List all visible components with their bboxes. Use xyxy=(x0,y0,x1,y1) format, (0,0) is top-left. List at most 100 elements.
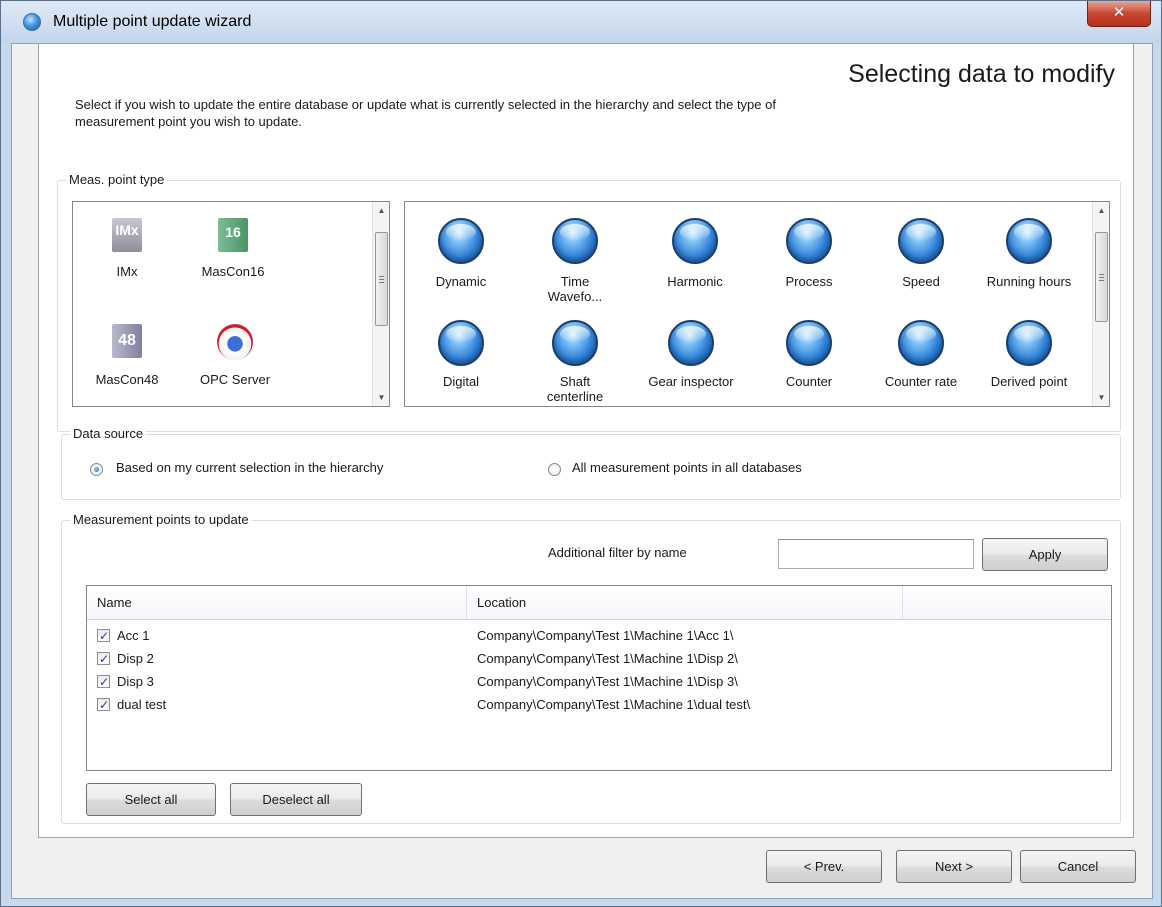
measurement-points-group: Measurement points to update Additional … xyxy=(61,512,1121,824)
radio-current-selection-label[interactable]: Based on my current selection in the hie… xyxy=(116,460,383,475)
point-type-gear-inspector[interactable]: Gear inspector xyxy=(631,316,751,406)
next-button[interactable]: Next > xyxy=(896,850,1012,883)
imx-icon: IMx xyxy=(112,218,142,252)
scroll-down-icon[interactable]: ▼ xyxy=(373,389,389,406)
app-icon xyxy=(23,13,41,31)
device-list-scrollbar[interactable]: ▲ ▼ xyxy=(372,202,389,406)
device-item-imx[interactable]: IMx IMx xyxy=(91,218,163,288)
device-label: MasCon48 xyxy=(95,372,159,387)
point-orb-icon xyxy=(898,218,944,264)
point-type-label: Dynamic xyxy=(435,274,487,289)
point-type-label: Time Wavefo... xyxy=(547,274,603,304)
point-orb-icon xyxy=(552,218,598,264)
point-type-list[interactable]: Dynamic Time Wavefo... Harmonic Process xyxy=(404,201,1110,407)
opc-server-icon xyxy=(217,324,253,360)
row-name: Acc 1 xyxy=(117,628,150,643)
point-orb-icon xyxy=(786,320,832,366)
meas-point-type-group: Meas. point type IMx IMx 16 MasCon16 48 … xyxy=(57,172,1121,432)
data-source-group: Data source Based on my current selectio… xyxy=(61,426,1121,500)
point-type-label: Derived point xyxy=(990,374,1068,389)
column-header-location[interactable]: Location xyxy=(467,586,903,620)
title-bar: Multiple point update wizard ✕ xyxy=(1,1,1161,43)
cancel-button[interactable]: Cancel xyxy=(1020,850,1136,883)
point-type-running-hours[interactable]: Running hours xyxy=(971,214,1087,304)
point-type-label: Counter rate xyxy=(884,374,958,389)
measurement-points-label: Measurement points to update xyxy=(70,512,252,527)
row-name: dual test xyxy=(117,697,167,712)
row-checkbox[interactable] xyxy=(97,671,110,694)
radio-current-selection[interactable] xyxy=(90,463,103,476)
scroll-down-icon[interactable]: ▼ xyxy=(1093,389,1109,406)
window-title: Multiple point update wizard xyxy=(53,13,252,30)
point-type-counter-rate[interactable]: Counter rate xyxy=(865,316,977,406)
row-location: Company\Company\Test 1\Machine 1\dual te… xyxy=(477,697,751,712)
table-header: Name Location xyxy=(87,586,1111,620)
page-description: Select if you wish to update the entire … xyxy=(75,97,776,129)
table-row[interactable]: Disp 2 Company\Company\Test 1\Machine 1\… xyxy=(87,647,1111,671)
row-location: Company\Company\Test 1\Machine 1\Acc 1\ xyxy=(477,628,734,643)
scroll-thumb[interactable] xyxy=(375,232,388,326)
close-button[interactable]: ✕ xyxy=(1087,1,1151,27)
data-source-label: Data source xyxy=(70,426,147,441)
point-type-label: Counter xyxy=(785,374,833,389)
column-header-name[interactable]: Name xyxy=(87,586,467,620)
point-type-process[interactable]: Process xyxy=(759,214,859,304)
point-orb-icon xyxy=(438,218,484,264)
scroll-thumb[interactable] xyxy=(1095,232,1108,322)
point-type-speed[interactable]: Speed xyxy=(871,214,971,304)
row-checkbox[interactable] xyxy=(97,625,110,648)
point-orb-icon xyxy=(1006,320,1052,366)
point-orb-icon xyxy=(898,320,944,366)
scroll-up-icon[interactable]: ▲ xyxy=(1093,202,1109,219)
point-type-shaft-centerline[interactable]: Shaft centerline xyxy=(533,316,617,406)
point-type-label: Shaft centerline xyxy=(546,374,604,404)
row-location: Company\Company\Test 1\Machine 1\Disp 2\ xyxy=(477,651,738,666)
apply-button[interactable]: Apply xyxy=(982,538,1108,571)
point-type-derived-point[interactable]: Derived point xyxy=(971,316,1087,406)
point-type-label: Digital xyxy=(442,374,480,389)
point-orb-icon xyxy=(668,320,714,366)
point-type-counter[interactable]: Counter xyxy=(759,316,859,406)
table-row[interactable]: Disp 3 Company\Company\Test 1\Machine 1\… xyxy=(87,670,1111,694)
device-label: OPC Server xyxy=(199,372,271,387)
point-type-harmonic[interactable]: Harmonic xyxy=(645,214,745,304)
scroll-up-icon[interactable]: ▲ xyxy=(373,202,389,219)
device-item-mascon16[interactable]: 16 MasCon16 xyxy=(185,218,281,288)
radio-all-databases[interactable] xyxy=(548,463,561,476)
table-row[interactable]: Acc 1 Company\Company\Test 1\Machine 1\A… xyxy=(87,624,1111,648)
point-orb-icon xyxy=(672,218,718,264)
radio-all-databases-label[interactable]: All measurement points in all databases xyxy=(572,460,802,475)
row-checkbox[interactable] xyxy=(97,694,110,717)
point-type-time-waveform[interactable]: Time Wavefo... xyxy=(533,214,617,304)
point-type-dynamic[interactable]: Dynamic xyxy=(419,214,503,304)
close-icon: ✕ xyxy=(1112,3,1126,21)
wizard-page: Selecting data to modify Select if you w… xyxy=(38,44,1134,838)
point-type-label: Process xyxy=(785,274,833,289)
point-type-scrollbar[interactable]: ▲ ▼ xyxy=(1092,202,1109,406)
point-orb-icon xyxy=(1006,218,1052,264)
row-location: Company\Company\Test 1\Machine 1\Disp 3\ xyxy=(477,674,738,689)
prev-button[interactable]: < Prev. xyxy=(766,850,882,883)
row-checkbox[interactable] xyxy=(97,648,110,671)
client-area: Selecting data to modify Select if you w… xyxy=(11,43,1153,899)
filter-input[interactable] xyxy=(778,539,974,569)
filter-label: Additional filter by name xyxy=(548,545,687,560)
measurement-points-table[interactable]: Name Location Acc 1 Company\Company\Test… xyxy=(86,585,1112,771)
wizard-window: Multiple point update wizard ✕ Selecting… xyxy=(0,0,1162,907)
select-all-button[interactable]: Select all xyxy=(86,783,216,816)
point-type-label: Speed xyxy=(902,274,940,289)
device-item-mascon48[interactable]: 48 MasCon48 xyxy=(77,324,177,394)
point-type-digital[interactable]: Digital xyxy=(419,316,503,406)
point-type-label: Harmonic xyxy=(667,274,723,289)
table-row[interactable]: dual test Company\Company\Test 1\Machine… xyxy=(87,693,1111,717)
point-orb-icon xyxy=(786,218,832,264)
deselect-all-button[interactable]: Deselect all xyxy=(230,783,362,816)
device-label: MasCon16 xyxy=(201,264,265,279)
device-type-list[interactable]: IMx IMx 16 MasCon16 48 MasCon48 OPC Serv… xyxy=(72,201,390,407)
meas-point-type-label: Meas. point type xyxy=(66,172,168,187)
mascon48-icon: 48 xyxy=(112,324,142,358)
page-title: Selecting data to modify xyxy=(848,60,1115,88)
device-item-opc-server[interactable]: OPC Server xyxy=(185,324,285,394)
point-type-label: Gear inspector xyxy=(648,374,734,389)
point-orb-icon xyxy=(552,320,598,366)
